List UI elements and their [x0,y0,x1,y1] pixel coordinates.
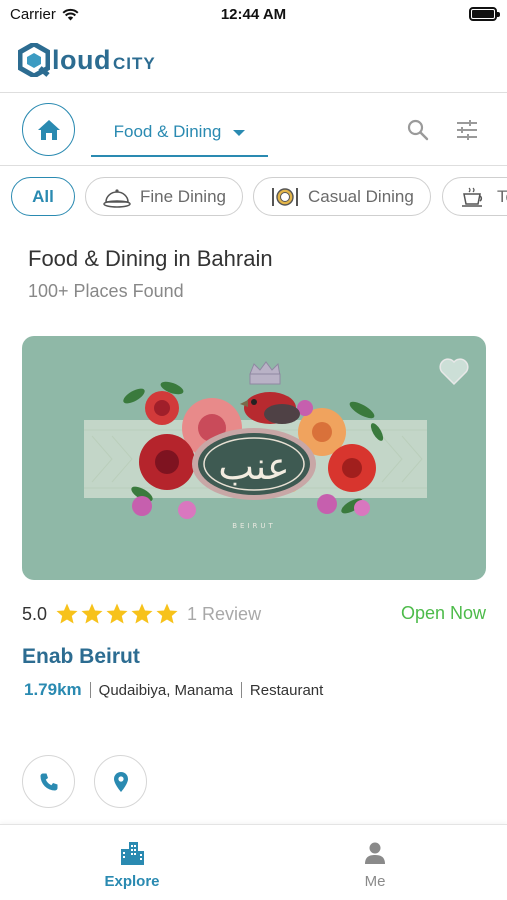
chip-label: All [32,186,54,206]
phone-icon [40,773,57,790]
category-chips: All Fine Dining Casual Dining Te [11,177,507,217]
search-icon [407,119,429,141]
chip-all[interactable]: All [11,177,75,216]
call-button[interactable] [22,755,75,808]
heart-icon [439,358,469,386]
directions-button[interactable] [94,755,147,808]
place-type: Restaurant [249,681,324,699]
home-icon [37,119,60,140]
chip-label: Fine Dining [140,186,226,206]
home-button[interactable] [22,103,75,156]
logo-sub-text: BEIRUT [232,522,276,530]
header-divider [0,92,507,93]
results-title: Food & Dining in Bahrain [28,246,273,271]
nav-divider [0,165,507,166]
tab-label: Me [364,873,386,890]
review-count[interactable]: 1 Review [187,604,261,625]
qloud-logo-icon [18,43,50,77]
meta-separator [89,682,91,698]
favorite-button[interactable] [438,356,470,386]
chip-label: Casual Dining [308,186,414,206]
chip-label: Te [497,186,507,206]
open-status-badge: Open Now [400,603,486,623]
bottom-tab-bar: Explore Me [0,824,507,900]
filter-button[interactable] [455,118,479,142]
sliders-icon [457,120,477,140]
star-icon [81,603,103,624]
person-icon [365,842,385,864]
tea-cup-icon [462,187,483,207]
chevron-down-icon [233,129,246,136]
category-dropdown[interactable]: Food & Dining [91,108,268,157]
battery-icon [469,7,500,21]
location-pin-icon [113,771,128,792]
tab-explore[interactable]: Explore [72,839,192,890]
enab-beirut-logo-image: عنب BEIRUT [84,361,427,530]
place-meta: 1.79km Qudaibiya, Manama Restaurant [24,679,323,701]
chip-fine-dining[interactable]: Fine Dining [85,177,243,216]
chip-casual-dining[interactable]: Casual Dining [253,177,431,216]
chip-tea[interactable]: Te [442,177,507,216]
star-icon [156,603,178,624]
place-image[interactable]: عنب BEIRUT [22,336,486,580]
tab-label: Explore [104,873,160,890]
status-bar: Carrier 12:44 AM [0,0,507,30]
city-buildings-icon [121,842,144,865]
meta-separator [240,682,242,698]
star-rating [55,602,179,626]
logo-arabic-text: عنب [218,444,289,488]
star-icon [131,603,153,624]
results-count: 100+ Places Found [28,281,184,301]
star-icon [106,603,128,624]
category-label: Food & Dining [113,121,222,141]
rating-row: 5.0 1 Review Open Now [22,600,486,628]
place-location: Qudaibiya, Manama [98,681,233,699]
status-time: 12:44 AM [220,6,287,23]
place-distance: 1.79km [24,680,82,699]
logo-subtext: CITY [112,54,156,73]
app-logo: loud CITY [18,40,156,80]
cloche-icon [103,188,131,208]
plate-cutlery-icon [272,187,298,206]
logo-text: loud [52,44,111,75]
search-button[interactable] [406,118,430,142]
star-icon [56,603,78,624]
tab-me[interactable]: Me [315,839,435,890]
place-name[interactable]: Enab Beirut [22,645,140,669]
rating-value: 5.0 [22,603,48,624]
